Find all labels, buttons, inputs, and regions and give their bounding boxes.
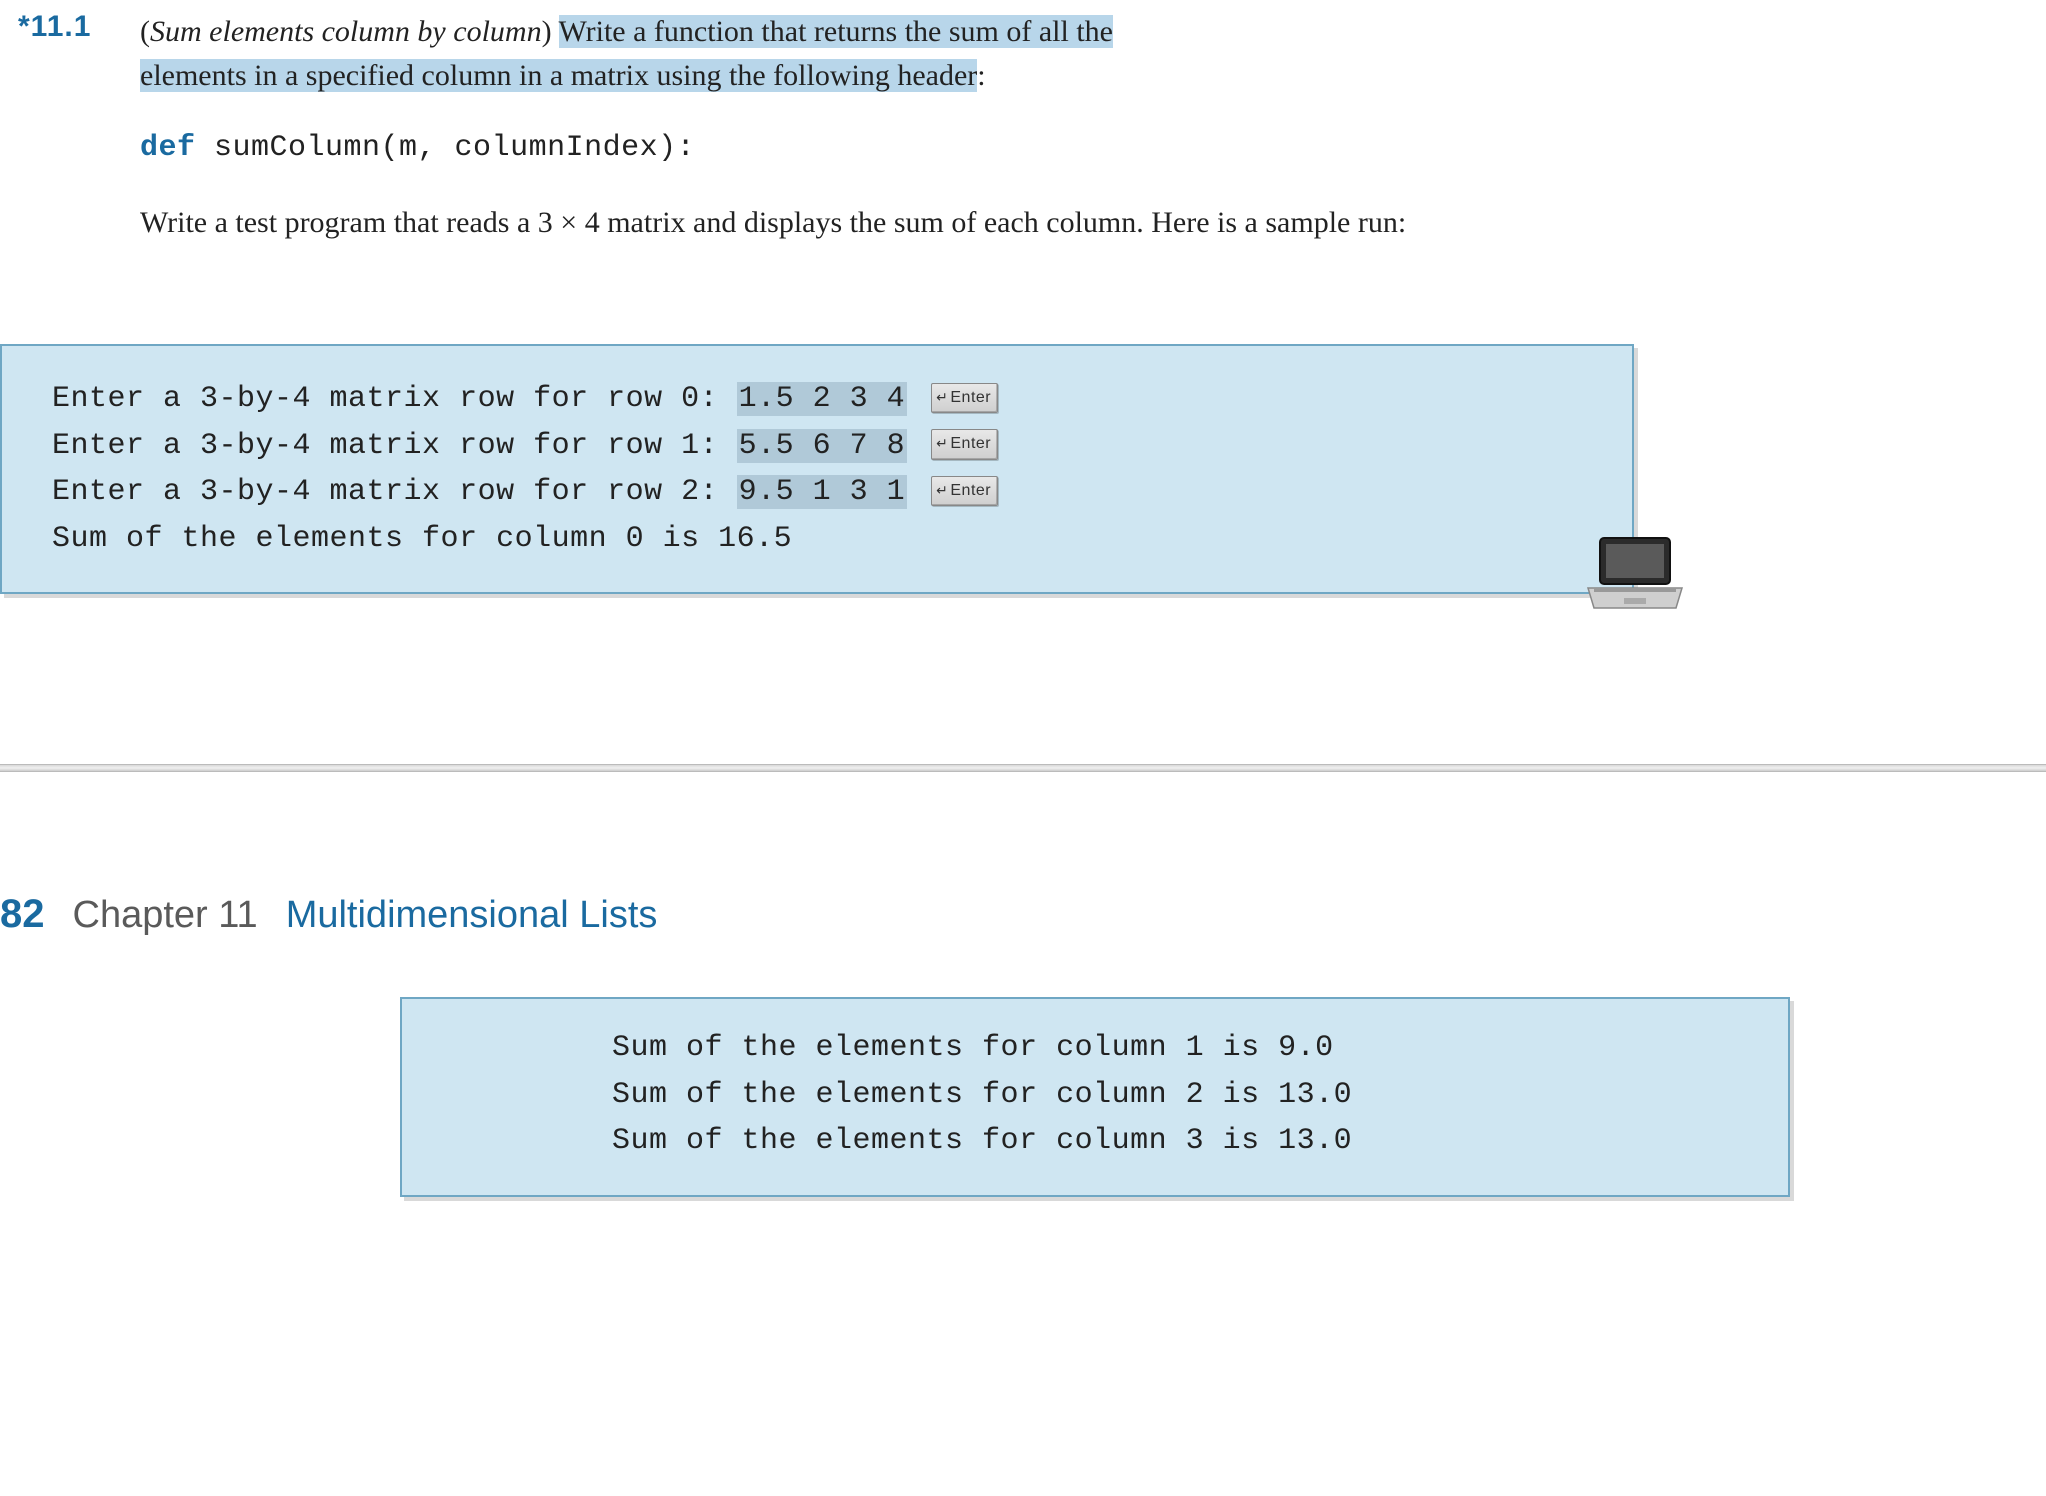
sample-line: Sum of the elements for column 2 is 13.0	[612, 1072, 1748, 1119]
code-signature: sumColumn(m, columnIndex):	[196, 131, 696, 165]
sample-line: Enter a 3-by-4 matrix row for row 1: 5.5…	[52, 423, 1582, 470]
chapter-title: Multidimensional Lists	[286, 894, 658, 937]
exercise-body: (Sum elements column by column) Write a …	[140, 10, 2006, 244]
sample-prompt: Enter a 3-by-4 matrix row for row 1:	[52, 429, 737, 463]
enter-key-icon: Enter	[931, 429, 998, 460]
exercise-block: *11.1 (Sum elements column by column) Wr…	[0, 0, 2046, 244]
sample-output: Sum of the elements for column 0 is 16.5	[52, 522, 792, 556]
exercise-title-paren-close: )	[542, 15, 559, 48]
enter-key-icon: Enter	[931, 476, 998, 507]
keyword-def: def	[140, 131, 196, 165]
code-header-line: def sumColumn(m, columnIndex):	[140, 127, 2006, 171]
chapter-label: Chapter 11	[73, 894, 258, 937]
sample-prompt: Enter a 3-by-4 matrix row for row 2:	[52, 475, 737, 509]
sample-run-box-1: Enter a 3-by-4 matrix row for row 0: 1.5…	[0, 344, 1634, 594]
sample-user-input: 9.5 1 3 1	[737, 475, 908, 509]
sample-line: Sum of the elements for column 0 is 16.5	[52, 516, 1582, 563]
exercise-paragraph-2: Write a test program that reads a 3 × 4 …	[140, 201, 2006, 245]
exercise-title: Sum elements column by column	[150, 15, 542, 48]
enter-key-icon: Enter	[931, 383, 998, 414]
exercise-prompt-colon: :	[977, 59, 985, 92]
sample-line: Enter a 3-by-4 matrix row for row 0: 1.5…	[52, 376, 1582, 423]
sample-user-input: 5.5 6 7 8	[737, 429, 908, 463]
sample-line: Sum of the elements for column 3 is 13.0	[612, 1118, 1748, 1165]
exercise-prompt-line1: Write a function that returns the sum of…	[559, 15, 1113, 48]
sample-prompt: Enter a 3-by-4 matrix row for row 0:	[52, 382, 737, 416]
exercise-title-paren-open: (	[140, 15, 150, 48]
sample-line: Sum of the elements for column 1 is 9.0	[612, 1025, 1748, 1072]
sample-user-input: 1.5 2 3 4	[737, 382, 908, 416]
sample-run-box-2: Sum of the elements for column 1 is 9.0 …	[400, 997, 1790, 1197]
laptop-icon	[1580, 530, 1690, 625]
page-number: 82	[0, 892, 45, 937]
sample-line: Enter a 3-by-4 matrix row for row 2: 9.5…	[52, 469, 1582, 516]
chapter-heading: 82 Chapter 11 Multidimensional Lists	[0, 892, 2046, 937]
exercise-number: *11.1	[18, 10, 91, 44]
page: *11.1 (Sum elements column by column) Wr…	[0, 0, 2046, 1197]
page-divider	[0, 764, 2046, 772]
exercise-prompt-line2: elements in a specified column in a matr…	[140, 59, 977, 92]
